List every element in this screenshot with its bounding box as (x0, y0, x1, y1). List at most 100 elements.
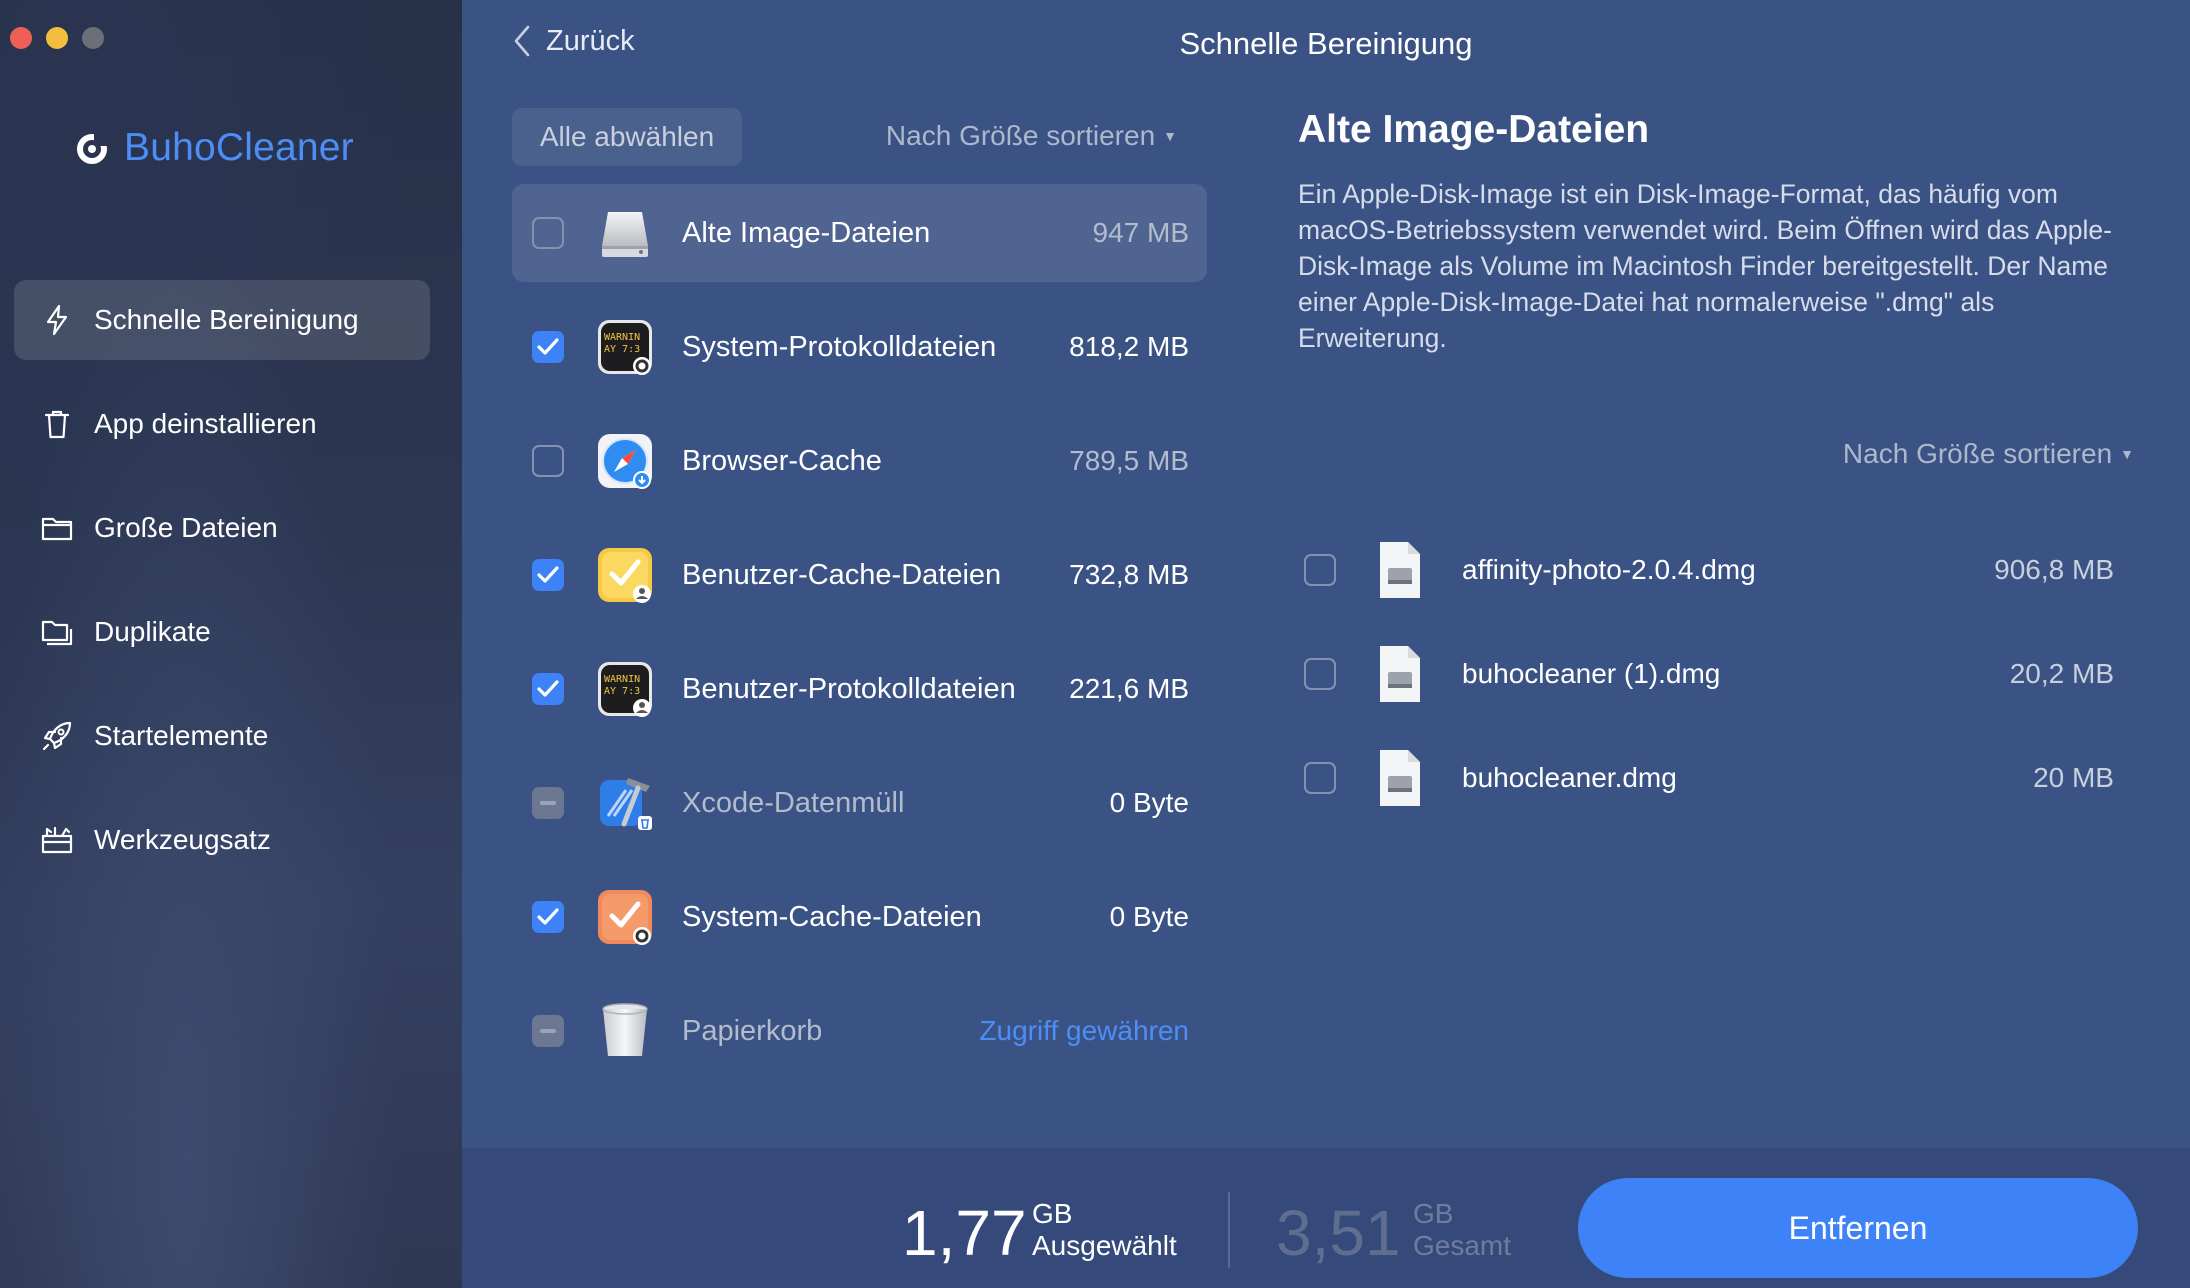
dmg-file-icon (1380, 542, 1420, 598)
brand-name: BuhoCleaner (124, 126, 354, 169)
sidebar-item-uninstall-app[interactable]: App deinstallieren (14, 384, 430, 464)
category-size: 221,6 MB (1069, 673, 1189, 704)
brand: BuhoCleaner (74, 126, 354, 170)
sort-label: Nach Größe sortieren (885, 120, 1156, 151)
checkbox[interactable] (532, 217, 564, 249)
sidebar-item-duplicates[interactable]: Duplikate (14, 592, 430, 672)
sidebar-item-label: Schnelle Bereinigung (94, 304, 359, 335)
file-name: affinity-photo-2.0.4.dmg (1462, 554, 1756, 585)
sidebar-item-label: Werkzeugsatz (94, 824, 271, 855)
category-size: 818,2 MB (1069, 331, 1189, 362)
checkbox[interactable] (1304, 658, 1336, 690)
svg-text:WARNIN: WARNIN (604, 332, 640, 343)
sidebar-item-startup-items[interactable]: Startelemente (14, 696, 430, 776)
sidebar-item-toolkit[interactable]: Werkzeugsatz (14, 800, 430, 880)
checkmark-icon (537, 566, 559, 583)
system-cache-icon (598, 890, 652, 945)
selected-size-unit: GB Ausgewählt (1032, 1198, 1177, 1262)
category-row-system-cache[interactable]: System-Cache-Dateien 0 Byte (512, 868, 1207, 966)
category-panel: Alle abwählen Nach Größe sortieren ▼ Alt… (512, 108, 1207, 1056)
folder-icon (41, 517, 73, 541)
detail-panel: Alte Image-Dateien Ein Apple-Disk-Image … (1298, 108, 2158, 806)
sidebar-item-quick-clean[interactable]: Schnelle Bereinigung (14, 280, 430, 360)
sort-dropdown[interactable]: Nach Größe sortieren ▼ (886, 120, 1177, 152)
sort-label: Nach Größe sortieren (1842, 438, 2113, 469)
file-sort-dropdown[interactable]: Nach Größe sortieren ▼ (1843, 438, 2134, 470)
grant-access-link[interactable]: Zugriff gewähren (979, 1015, 1189, 1047)
category-row-trash[interactable]: Papierkorb Zugriff gewähren (512, 982, 1207, 1080)
checkbox[interactable] (532, 559, 564, 591)
checkbox[interactable] (1304, 762, 1336, 794)
checkbox[interactable] (532, 445, 564, 477)
main-panel: Zurück Schnelle Bereinigung Alle abwähle… (462, 0, 2190, 1288)
footer-bar: 1,77 GB Ausgewählt 3,51 GB Gesamt Entferne… (462, 1148, 2190, 1288)
checkbox[interactable] (532, 1015, 564, 1047)
page-title: Schnelle Bereinigung (1179, 26, 1473, 61)
file-size: 20,2 MB (2009, 658, 2114, 689)
category-row-browser-cache[interactable]: Browser-Cache 789,5 MB (512, 412, 1207, 510)
footer-divider (1228, 1192, 1230, 1268)
checkbox[interactable] (1304, 554, 1336, 586)
checkbox[interactable] (532, 331, 564, 363)
sidebar-item-label: Große Dateien (94, 512, 278, 543)
trash-bin-icon (602, 1003, 648, 1056)
file-list: affinity-photo-2.0.4.dmg 906,8 MB buhocl… (1298, 518, 2118, 830)
checkbox[interactable] (532, 787, 564, 819)
checkbox[interactable] (532, 901, 564, 933)
console-user-icon: WARNIN AY 7:3 (598, 662, 652, 717)
file-size: 906,8 MB (1994, 554, 2114, 585)
file-name: buhocleaner.dmg (1462, 762, 1677, 793)
console-gear-icon: WARNIN AY 7:3 (598, 320, 652, 375)
duplicate-folder-icon (41, 620, 73, 646)
file-row[interactable]: buhocleaner (1).dmg 20,2 MB (1298, 622, 2118, 726)
rocket-icon (42, 721, 72, 751)
svg-text:AY 7:3: AY 7:3 (604, 344, 640, 355)
category-row-old-images[interactable]: Alte Image-Dateien 947 MB (512, 184, 1207, 282)
xcode-hammer-icon (600, 778, 652, 830)
disk-drive-icon (602, 212, 648, 257)
category-size: 947 MB (1092, 217, 1190, 248)
category-size: 732,8 MB (1069, 559, 1189, 590)
selected-size-value: 1,77 (902, 1197, 1027, 1269)
caret-down-icon: ▼ (2120, 446, 2134, 462)
dmg-file-icon (1380, 646, 1420, 702)
category-row-system-logs[interactable]: WARNIN AY 7:3 System-Protokolldateien 81… (512, 298, 1207, 396)
total-label: Gesamt (1413, 1230, 1512, 1261)
svg-text:WARNIN: WARNIN (604, 674, 640, 685)
file-name: buhocleaner (1).dmg (1462, 658, 1721, 689)
category-row-user-logs[interactable]: WARNIN AY 7:3 Benutzer-Protokolldateien … (512, 640, 1207, 738)
file-size: 20 MB (2033, 762, 2114, 793)
user-cache-icon (598, 548, 652, 603)
category-row-xcode-junk[interactable]: Xcode-Datenmüll 0 Byte (512, 754, 1207, 852)
trash-icon (44, 410, 70, 439)
sidebar: BuhoCleaner Schnelle Bereinigung App dei… (0, 0, 462, 1288)
toolbox-icon (41, 826, 73, 854)
safari-compass-icon (598, 434, 652, 489)
category-size: 789,5 MB (1069, 445, 1189, 476)
file-row[interactable]: buhocleaner.dmg 20 MB (1298, 726, 2118, 830)
total-size-value: 3,51 (1276, 1197, 1401, 1269)
detail-title: Alte Image-Dateien (1298, 108, 1650, 151)
caret-down-icon: ▼ (1163, 128, 1177, 144)
selected-unit: GB (1032, 1198, 1073, 1229)
sidebar-item-large-files[interactable]: Große Dateien (14, 488, 430, 568)
deselect-all-button[interactable]: Alle abwählen (512, 108, 742, 166)
checkbox[interactable] (532, 673, 564, 705)
category-controls: Alle abwählen Nach Größe sortieren ▼ (512, 108, 1207, 166)
zoom-window-button[interactable] (82, 27, 104, 49)
top-bar: Zurück Schnelle Bereinigung (462, 0, 2190, 90)
remove-button[interactable]: Entfernen (1578, 1178, 2138, 1278)
checkmark-icon (537, 908, 559, 925)
total-size-unit: GB Gesamt (1413, 1198, 1511, 1262)
category-size: 0 Byte (1109, 901, 1189, 932)
total-unit: GB (1413, 1198, 1454, 1229)
minimize-window-button[interactable] (46, 27, 68, 49)
app-window: BuhoCleaner Schnelle Bereinigung App dei… (0, 0, 2190, 1288)
checkmark-icon (537, 338, 559, 355)
sidebar-item-label: Startelemente (94, 720, 269, 751)
bolt-icon (46, 304, 68, 336)
file-row[interactable]: affinity-photo-2.0.4.dmg 906,8 MB (1298, 518, 2118, 622)
close-window-button[interactable] (10, 27, 32, 49)
window-controls (10, 27, 104, 49)
category-row-user-cache[interactable]: Benutzer-Cache-Dateien 732,8 MB (512, 526, 1207, 624)
